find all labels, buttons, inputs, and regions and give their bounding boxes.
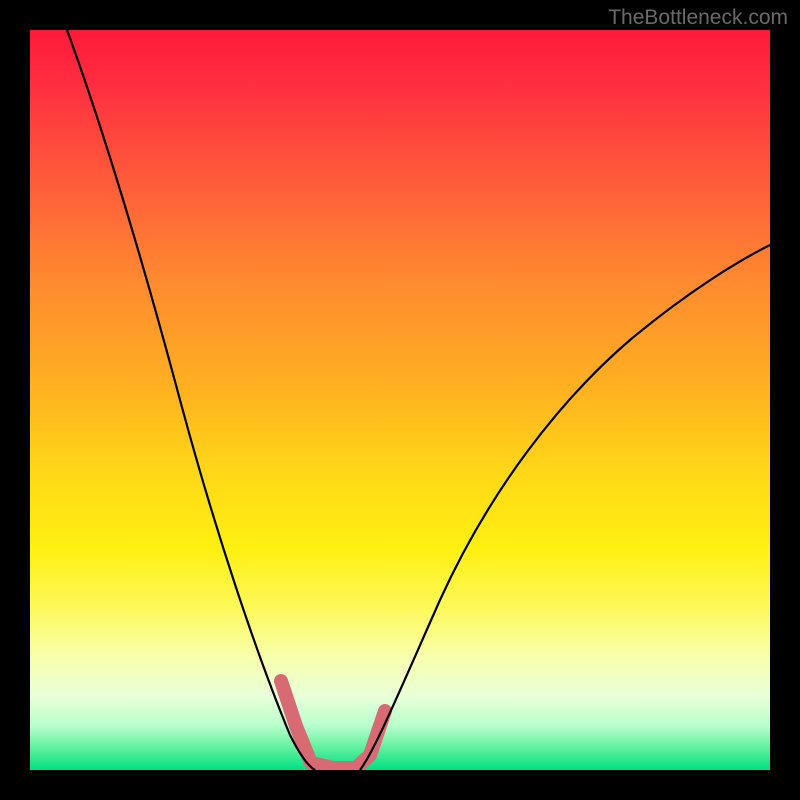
right-curve bbox=[360, 245, 770, 770]
left-curve bbox=[67, 30, 315, 770]
watermark-text: TheBottleneck.com bbox=[608, 6, 788, 30]
plot-area bbox=[30, 30, 770, 770]
curve-overlay bbox=[30, 30, 770, 770]
